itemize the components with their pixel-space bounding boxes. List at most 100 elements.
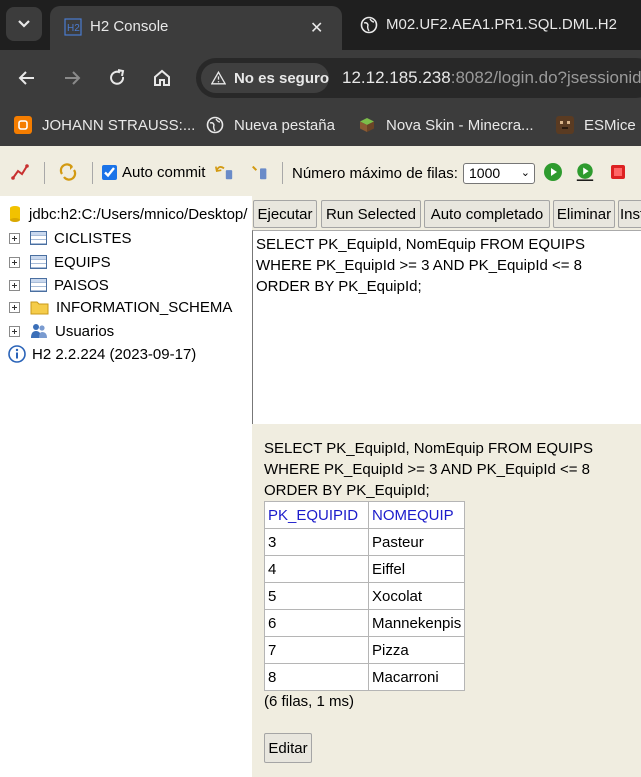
schema-tree: jdbc:h2:C:/Users/mnico/Desktop/ CICLISTE… xyxy=(0,196,252,777)
tree-item-ciclistes[interactable]: CICLISTES xyxy=(0,227,132,249)
rollback-icon[interactable] xyxy=(214,162,234,182)
run-selected-button[interactable]: Run Selected xyxy=(321,200,421,228)
run-button[interactable]: Ejecutar xyxy=(253,200,317,228)
tree-item-usuarios[interactable]: Usuarios xyxy=(0,320,114,342)
connection-label: jdbc:h2:C:/Users/mnico/Desktop/ xyxy=(29,205,248,223)
omnibox[interactable]: No es seguro 12.12.185.238:8082/login.do… xyxy=(196,58,641,98)
warning-icon xyxy=(211,70,226,85)
info-icon xyxy=(8,345,26,363)
commit-icon[interactable] xyxy=(250,162,270,182)
run-icon[interactable] xyxy=(543,162,563,182)
autocomplete-button[interactable]: Auto completado xyxy=(424,200,550,228)
globe-icon xyxy=(360,16,378,34)
executed-sql-line: ORDER BY PK_EquipId; xyxy=(264,482,430,499)
back-button[interactable] xyxy=(14,65,40,91)
sql-editor[interactable]: SELECT PK_EquipId, NomEquip FROM EQUIPS … xyxy=(252,230,641,424)
h2-toolbar: Auto commit Número máximo de filas: 1000… xyxy=(0,146,641,196)
tree-item-equips[interactable]: EQUIPS xyxy=(0,251,111,273)
stop-icon[interactable] xyxy=(608,162,628,182)
autocommit-label: Auto commit xyxy=(122,164,206,181)
max-rows-select[interactable]: 1000 ⌄ xyxy=(463,163,535,184)
tree-item-label: CICLISTES xyxy=(54,229,132,247)
table-cell: Xocolat xyxy=(367,582,466,610)
tree-item-paisos[interactable]: PAISOS xyxy=(0,274,109,296)
sql-editor-line: SELECT PK_EquipId, NomEquip FROM EQUIPS xyxy=(256,236,586,253)
expand-icon[interactable] xyxy=(9,279,20,291)
home-button[interactable] xyxy=(149,65,175,91)
instructions-button[interactable]: Inst xyxy=(618,200,641,228)
table-row: 5 Xocolat xyxy=(264,582,466,610)
tab-search-button[interactable] xyxy=(6,7,42,41)
tab-sql-dml[interactable]: M02.UF2.AEA1.PR1.SQL.DML.H2 xyxy=(348,6,641,46)
query-button-row: Ejecutar Run Selected Auto completado El… xyxy=(252,196,641,230)
tree-item-information-schema[interactable]: INFORMATION_SCHEMA xyxy=(0,296,232,318)
run-step-icon[interactable] xyxy=(575,162,595,182)
bookmark-nova-skin[interactable]: Nova Skin - Minecra... xyxy=(358,116,534,134)
results-panel: SELECT PK_EquipId, NomEquip FROM EQUIPS … xyxy=(252,424,641,777)
tree-item-label: Usuarios xyxy=(55,322,115,340)
expand-icon[interactable] xyxy=(9,256,20,268)
bookmark-nueva-pestana[interactable]: Nueva pestaña xyxy=(206,116,335,134)
sql-editor-line: WHERE PK_EquipId >= 3 AND PK_EquipId <= … xyxy=(256,257,583,274)
autocommit-checkbox[interactable] xyxy=(102,165,117,180)
url-host: 12.12.185.238 xyxy=(342,68,451,87)
row-count: (6 filas, 1 ms) xyxy=(264,693,355,710)
blogger-icon xyxy=(14,116,32,134)
database-icon xyxy=(10,206,20,222)
security-chip[interactable]: No es seguro xyxy=(201,63,329,93)
table-cell: Pasteur xyxy=(367,528,466,556)
reload-button[interactable] xyxy=(104,65,130,91)
tab-h2-console[interactable]: H2 H2 Console ✕ xyxy=(50,6,342,50)
svg-text:H2: H2 xyxy=(67,23,80,34)
url-text[interactable]: 12.12.185.238:8082/login.do?jsessionid xyxy=(342,68,641,88)
users-icon xyxy=(31,324,47,338)
forward-button[interactable] xyxy=(59,65,85,91)
executed-sql: SELECT PK_EquipId, NomEquip FROM EQUIPS … xyxy=(264,438,593,501)
table-cell: Pizza xyxy=(367,636,466,664)
table-cell: 5 xyxy=(264,582,369,610)
table-row: 7 Pizza xyxy=(264,636,466,664)
expand-icon[interactable] xyxy=(9,232,20,244)
tree-item-label: INFORMATION_SCHEMA xyxy=(56,298,233,316)
expand-icon[interactable] xyxy=(9,325,20,337)
reload-icon xyxy=(110,69,125,85)
home-icon xyxy=(154,69,170,86)
sql-editor-line: ORDER BY PK_EquipId; xyxy=(256,278,422,295)
toolbar-separator xyxy=(44,162,45,184)
bookmark-esmice[interactable]: ESMice xyxy=(556,116,636,134)
h2-favicon: H2 xyxy=(64,18,82,36)
bookmark-label: Nova Skin - Minecra... xyxy=(386,116,534,134)
autocommit-toggle[interactable]: Auto commit xyxy=(102,164,205,181)
tab-title: H2 Console xyxy=(90,18,169,35)
result-header-row: PK_EQUIPID NOMEQUIP xyxy=(264,501,466,529)
esmice-icon xyxy=(556,116,574,134)
disconnect-icon[interactable] xyxy=(10,162,30,182)
column-header-nomequip[interactable]: NOMEQUIP xyxy=(367,501,466,529)
browser-tab-bar: H2 H2 Console ✕ M02.UF2.AEA1.PR1.SQL.DML… xyxy=(0,0,641,50)
refresh-icon[interactable] xyxy=(58,162,78,182)
table-cell: Eiffel xyxy=(367,555,466,583)
expand-icon[interactable] xyxy=(9,301,20,313)
tree-item-label: EQUIPS xyxy=(54,253,111,271)
chevron-down-icon xyxy=(18,20,30,28)
table-row: 8 Macarroni xyxy=(264,663,466,691)
table-cell: Macarroni xyxy=(367,663,466,691)
table-icon xyxy=(30,278,47,292)
executed-sql-line: SELECT PK_EquipId, NomEquip FROM EQUIPS xyxy=(264,440,594,457)
tree-connection[interactable]: jdbc:h2:C:/Users/mnico/Desktop/ xyxy=(0,203,247,225)
table-icon xyxy=(30,231,47,245)
executed-sql-line: WHERE PK_EquipId >= 3 AND PK_EquipId <= … xyxy=(264,461,591,478)
tab-title: M02.UF2.AEA1.PR1.SQL.DML.H2 xyxy=(386,16,617,33)
column-header-pk-equipid[interactable]: PK_EQUIPID xyxy=(264,501,369,529)
delete-button[interactable]: Eliminar xyxy=(553,200,615,228)
bookmarks-bar: JOHANN STRAUSS:... Nueva pestaña Nova Sk… xyxy=(0,106,641,146)
table-cell: 8 xyxy=(264,663,369,691)
max-rows-value: 1000 xyxy=(469,165,501,181)
toolbar-separator xyxy=(282,162,283,184)
address-bar: No es seguro 12.12.185.238:8082/login.do… xyxy=(0,50,641,106)
close-icon[interactable]: ✕ xyxy=(310,18,323,38)
table-icon xyxy=(30,255,47,269)
edit-button[interactable]: Editar xyxy=(264,733,312,763)
bookmark-johann-strauss[interactable]: JOHANN STRAUSS:... xyxy=(14,116,195,134)
table-cell: 4 xyxy=(264,555,369,583)
